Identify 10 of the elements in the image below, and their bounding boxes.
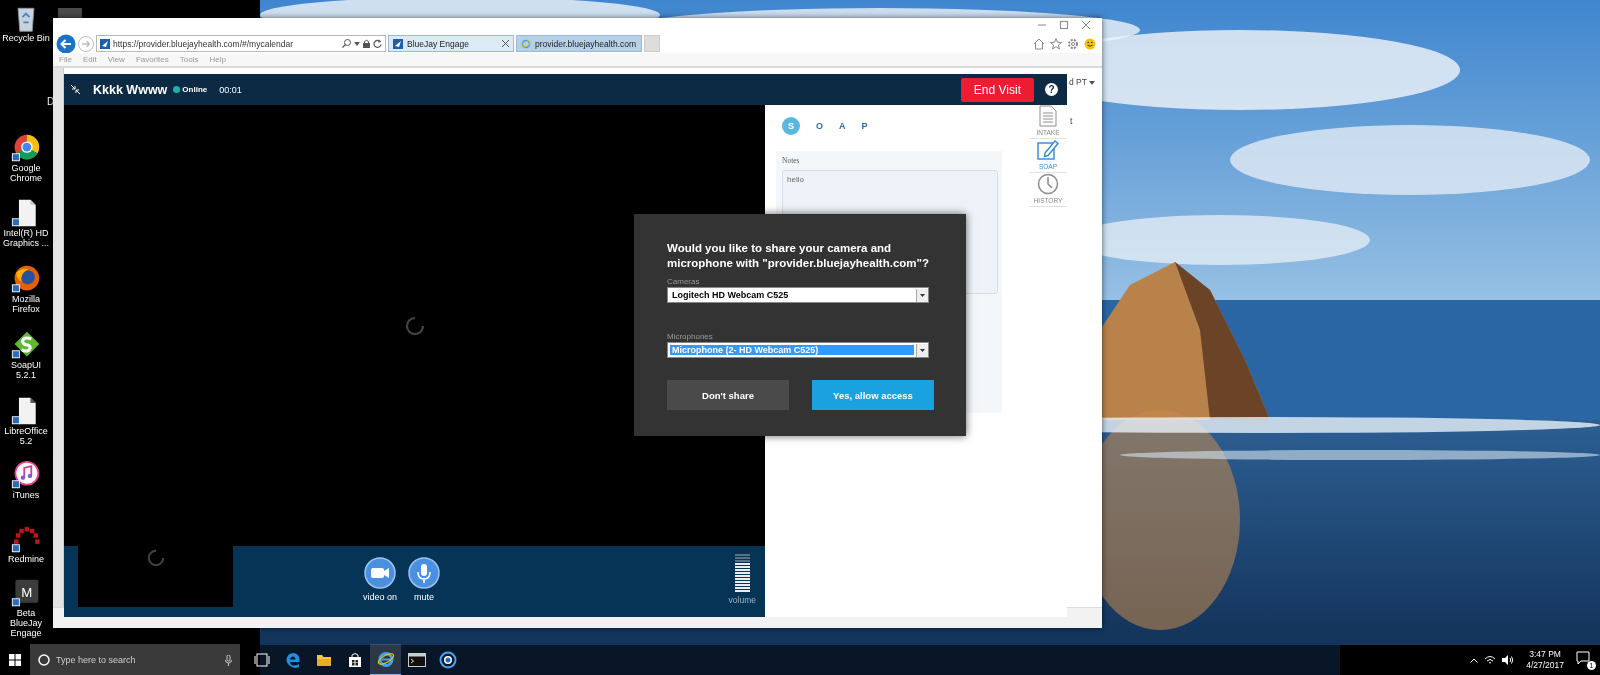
page-text: t (1070, 116, 1073, 126)
dialog-question: Would you like to share your camera and microphone with "provider.bluejayhealth.com"? (667, 241, 931, 271)
clock-date: 4/27/2017 (1526, 660, 1564, 671)
patient-name: Kkkk Wwww (93, 82, 168, 97)
status-text: Online (182, 85, 208, 94)
clock-time: 3:47 PM (1529, 649, 1561, 660)
call-timer: 00:01 (219, 84, 242, 95)
microphones-label: Microphones (667, 332, 714, 341)
cameras-label: Cameras (667, 277, 701, 286)
volume-label: volume (728, 595, 756, 605)
